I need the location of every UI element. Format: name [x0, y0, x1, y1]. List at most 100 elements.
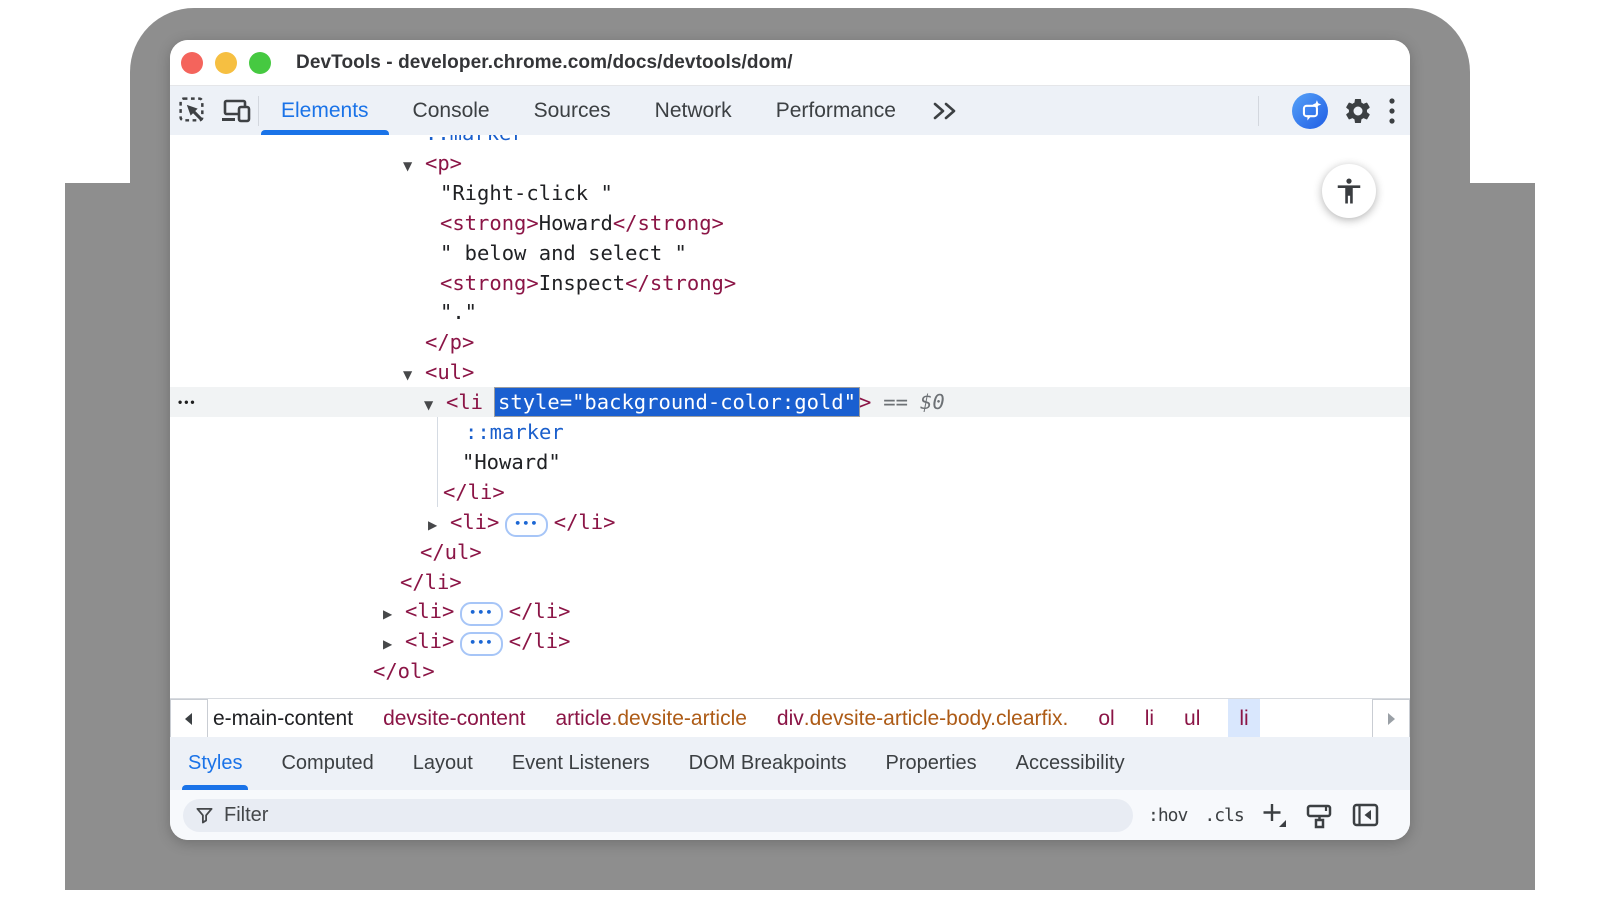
- breadcrumb-item-ul[interactable]: ul: [1182, 699, 1202, 738]
- tag-token: <li>: [405, 629, 454, 653]
- tab-performance[interactable]: Performance: [754, 86, 918, 135]
- tab-sources[interactable]: Sources: [512, 86, 633, 135]
- dom-tree-row[interactable]: ▼<p>: [170, 148, 1410, 178]
- dom-tree-row[interactable]: </li>: [170, 477, 1410, 507]
- tag-token: </ol>: [373, 659, 435, 683]
- expand-arrow-icon[interactable]: ▶: [383, 629, 405, 659]
- tag-token: </li>: [443, 480, 505, 504]
- dom-tree-row[interactable]: </p>: [170, 327, 1410, 357]
- tab-label: Layout: [413, 752, 473, 775]
- var-token: $0: [920, 390, 945, 414]
- collapse-arrow-icon[interactable]: ▼: [403, 360, 425, 390]
- tag-token: <li>: [405, 599, 454, 623]
- collapsed-content-ellipsis-button[interactable]: •••: [505, 513, 547, 537]
- tab-console[interactable]: Console: [391, 86, 512, 135]
- styles-tab-event-listeners[interactable]: Event Listeners: [512, 737, 650, 790]
- expand-arrow-icon[interactable]: ▶: [383, 599, 405, 629]
- dom-tree-row[interactable]: </ul>: [170, 537, 1410, 567]
- panel-tabs: Elements Console SourcesNetworkPerformance: [259, 86, 918, 135]
- dom-tree-row[interactable]: " below and select ": [170, 238, 1410, 268]
- inspect-element-button[interactable]: [170, 86, 214, 135]
- tab-network[interactable]: Network: [633, 86, 754, 135]
- new-style-rule-button[interactable]: [1261, 802, 1288, 828]
- row-overflow-dots-icon[interactable]: •••: [178, 387, 197, 417]
- dom-tree-row[interactable]: ▶<li>•••</li>: [170, 596, 1410, 626]
- accessibility-floating-button[interactable]: [1322, 164, 1376, 218]
- more-tabs-button[interactable]: [918, 86, 974, 135]
- styles-tab-computed[interactable]: Computed: [281, 737, 373, 790]
- styles-tab-layout[interactable]: Layout: [413, 737, 473, 790]
- tag-token: <li: [446, 390, 483, 414]
- text-token: "Right-click ": [440, 181, 613, 205]
- styles-tab-styles[interactable]: Styles: [188, 737, 242, 790]
- tag-token: </li>: [400, 570, 462, 594]
- device-toolbar-button[interactable]: [214, 86, 258, 135]
- dom-node-line: ▼<li style="background-color:gold"> == $0: [170, 387, 945, 420]
- collapsed-content-ellipsis-button[interactable]: •••: [460, 632, 502, 656]
- collapse-arrow-icon[interactable]: ▼: [403, 151, 425, 181]
- ai-assistant-button[interactable]: [1292, 93, 1328, 129]
- dom-tree-row[interactable]: "Right-click ": [170, 178, 1410, 208]
- element-classes-button[interactable]: .cls: [1204, 805, 1243, 826]
- dom-tree-row[interactable]: ::marker: [170, 417, 1410, 447]
- tag-token: <p>: [425, 151, 462, 175]
- tag-token: >: [859, 390, 871, 414]
- dom-tree-row[interactable]: </ol>: [170, 656, 1410, 686]
- inspect-cursor-icon: [177, 95, 208, 126]
- dom-tree-row[interactable]: ::marker: [170, 135, 1410, 148]
- dom-tree-row[interactable]: <strong>Howard</strong>: [170, 208, 1410, 238]
- crumb-tag-text: devsite-content: [383, 707, 525, 731]
- breadcrumb-item-li[interactable]: li: [1228, 699, 1259, 738]
- styles-filter-bar: :hov .cls: [170, 790, 1410, 840]
- minimize-window-button[interactable]: [215, 52, 237, 74]
- sidebar-toggle-button[interactable]: [1351, 802, 1380, 828]
- close-window-button[interactable]: [181, 52, 203, 74]
- zoom-window-button[interactable]: [249, 52, 271, 74]
- collapse-arrow-icon[interactable]: ▼: [424, 390, 446, 420]
- dom-tree-row[interactable]: ▼<ul>: [170, 357, 1410, 387]
- expand-arrow-icon[interactable]: ▶: [428, 510, 450, 540]
- dom-tree-row[interactable]: ▶<li>•••</li>: [170, 626, 1410, 656]
- styles-tab-properties[interactable]: Properties: [886, 737, 977, 790]
- rendering-brush-button[interactable]: [1305, 802, 1334, 829]
- styles-filter-input[interactable]: [222, 803, 1121, 828]
- toggle-element-state-button[interactable]: :hov: [1148, 805, 1187, 826]
- dom-tree-row[interactable]: <strong>Inspect</strong>: [170, 268, 1410, 298]
- tab-label: Console: [413, 99, 490, 123]
- settings-button[interactable]: [1343, 96, 1373, 126]
- dom-tree: ::marker▼<p>"Right-click "<strong>Howard…: [170, 135, 1410, 698]
- tab-label: DOM Breakpoints: [689, 752, 847, 775]
- accessibility-person-icon: [1334, 176, 1364, 206]
- dom-tree-row[interactable]: </li>: [170, 567, 1410, 597]
- collapsed-content-ellipsis-button[interactable]: •••: [460, 602, 502, 626]
- text-token: Inspect: [539, 271, 625, 295]
- kebab-menu-icon: [1388, 96, 1396, 126]
- dom-tree-row[interactable]: "Howard": [170, 447, 1410, 477]
- styles-filter-field[interactable]: [183, 799, 1133, 832]
- breadcrumb-item-ol[interactable]: ol: [1096, 699, 1116, 738]
- tab-elements[interactable]: Elements: [259, 86, 391, 135]
- tab-label: Event Listeners: [512, 752, 650, 775]
- crumb-plain-text: e-main-content: [213, 707, 353, 731]
- breadcrumb-item-e-main-content[interactable]: e-main-content: [211, 699, 355, 738]
- sel-token[interactable]: style="background-color:gold": [495, 388, 859, 416]
- dom-tree-row[interactable]: ".": [170, 297, 1410, 327]
- crumb-tag-text: div: [777, 707, 804, 731]
- styles-tab-accessibility[interactable]: Accessibility: [1016, 737, 1125, 790]
- breadcrumb-scroll-right-button[interactable]: [1372, 699, 1410, 738]
- eq-token: ==: [883, 390, 908, 414]
- breadcrumb-item-article-devsite-article[interactable]: article.devsite-article: [554, 699, 749, 738]
- dom-node-line: ".": [170, 297, 477, 327]
- breadcrumb-item-div-devsite-article-body-clearfix[interactable]: div.devsite-article-body.clearfix.: [775, 699, 1070, 738]
- styles-tab-dom-breakpoints[interactable]: DOM Breakpoints: [689, 737, 847, 790]
- dom-tree-row[interactable]: ••• ▼<li style="background-color:gold"> == $…: [170, 387, 1410, 417]
- breadcrumb-item-li[interactable]: li: [1143, 699, 1156, 738]
- chevron-right-icon: [1384, 711, 1398, 727]
- window-title: DevTools - developer.chrome.com/docs/dev…: [296, 52, 793, 74]
- dom-node-line: "Howard": [170, 447, 561, 477]
- breadcrumb-scroll-left-button[interactable]: [170, 699, 208, 738]
- more-options-button[interactable]: [1388, 96, 1396, 126]
- breadcrumb-item-devsite-content[interactable]: devsite-content: [381, 699, 527, 738]
- dom-tree-row[interactable]: ▶<li>•••</li>: [170, 507, 1410, 537]
- dom-node-line: " below and select ": [170, 238, 687, 268]
